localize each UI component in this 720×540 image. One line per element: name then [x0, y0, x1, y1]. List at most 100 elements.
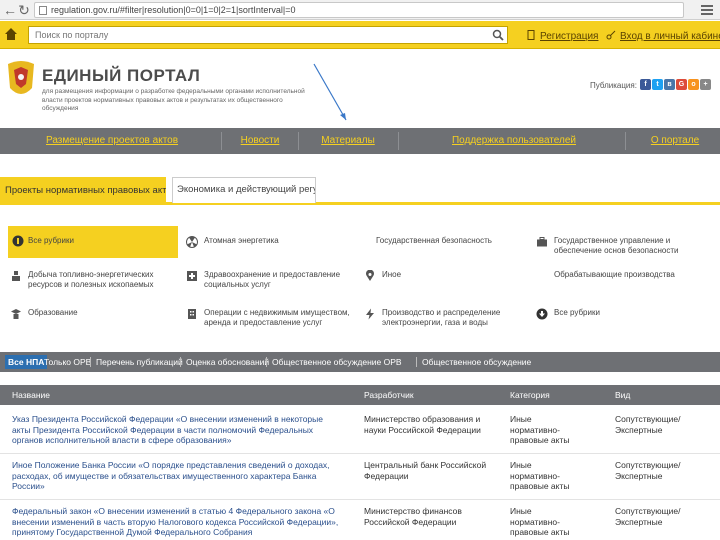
tab-strip: Проекты нормативных правовых актов Эконо…: [0, 175, 720, 205]
category-atom[interactable]: Атомная энергетика: [186, 234, 356, 264]
nav-divider: [221, 132, 222, 150]
category-gov-admin[interactable]: Государственное управление и обеспечение…: [536, 234, 716, 264]
filter-item[interactable]: Перечень публикаций: [96, 352, 183, 372]
nav-item-news[interactable]: Новости: [232, 128, 288, 154]
filter-divider: [180, 357, 181, 367]
column-header-category[interactable]: Категория: [510, 385, 550, 405]
row-category: Иные нормативно-правовые акты: [510, 414, 570, 445]
row-category: Иные нормативно-правовые акты: [510, 506, 570, 537]
category-security[interactable]: Государственная безопасность: [364, 234, 534, 264]
facebook-icon[interactable]: f: [640, 79, 651, 90]
filter-divider: [266, 357, 267, 367]
more-share-icon[interactable]: +: [700, 79, 711, 90]
category-label: Производство и распределение электроэнер…: [382, 308, 501, 327]
category-label: Все рубрики: [554, 308, 600, 317]
row-title[interactable]: Федеральный закон «О внесении изменений …: [12, 506, 342, 538]
row-type: Сопутствующие/ Экспертные: [615, 460, 681, 481]
nav-divider: [625, 132, 626, 150]
google-icon[interactable]: G: [676, 79, 687, 90]
odnoklassniki-icon[interactable]: o: [688, 79, 699, 90]
category-label: Добыча топливно-энергетических ресурсов …: [28, 270, 154, 289]
category-label: Иное: [382, 270, 402, 279]
search-icon[interactable]: [492, 29, 504, 41]
table-row[interactable]: Указ Президента Российской Федерации «О …: [0, 414, 720, 454]
column-header-title[interactable]: Название: [12, 385, 50, 405]
address-bar[interactable]: regulation.gov.ru/#filter|resolution|0=0…: [34, 2, 684, 18]
register-label: Регистрация: [540, 31, 599, 42]
filter-bar: Все НПА Только ОРВ Перечень публикаций О…: [0, 352, 720, 372]
category-all[interactable]: Все рубрики: [8, 226, 178, 258]
reload-icon[interactable]: ↻: [16, 2, 32, 18]
page-icon: [39, 6, 47, 15]
category-energy[interactable]: Производство и распределение электроэнер…: [364, 306, 534, 336]
map-pin-icon: [366, 270, 374, 281]
category-label: Государственное управление и обеспечение…: [554, 236, 679, 255]
category-label: Операции с недвижимым имуществом, аренда…: [204, 308, 350, 327]
category-oil[interactable]: Добыча топливно-энергетических ресурсов …: [10, 268, 180, 298]
table-row[interactable]: Федеральный закон «О внесении изменений …: [0, 506, 720, 540]
category-other[interactable]: Иное: [364, 268, 534, 298]
row-type: Сопутствующие/ Экспертные: [615, 506, 681, 527]
row-developer: Центральный банк Российской Федерации: [364, 460, 487, 481]
home-icon[interactable]: [4, 27, 18, 41]
nav-item-about[interactable]: О портале: [642, 128, 708, 154]
column-header-developer[interactable]: Разработчик: [364, 385, 414, 405]
filter-divider: [416, 357, 417, 367]
medical-icon: [187, 271, 197, 281]
search-input[interactable]: [28, 26, 508, 44]
row-title[interactable]: Указ Президента Российской Федерации «О …: [12, 414, 342, 446]
table-row[interactable]: Иное Положение Банка России «О порядке п…: [0, 460, 720, 500]
lightning-icon: [366, 308, 374, 320]
category-label: Здравоохранение и предоставление социаль…: [204, 270, 341, 289]
nav-item-materials[interactable]: Материалы: [312, 128, 384, 154]
briefcase-icon: [537, 237, 547, 247]
document-icon: [527, 30, 535, 40]
portal-subtitle: для размещения информации о разработке ф…: [42, 88, 305, 112]
login-label: Вход в личный кабинет: [620, 31, 720, 42]
filter-all-acts[interactable]: Все НПА: [5, 355, 48, 369]
table-header: Название Разработчик Категория Вид: [0, 385, 720, 405]
url-text: regulation.gov.ru/#filter|resolution|0=0…: [51, 5, 296, 15]
login-link[interactable]: Вход в личный кабинет: [606, 30, 720, 42]
list-icon: [12, 235, 24, 247]
register-link[interactable]: Регистрация: [526, 30, 598, 42]
category-label: Образование: [28, 308, 78, 317]
browser-toolbar: ← ↻ regulation.gov.ru/#filter|resolution…: [0, 0, 720, 20]
vk-icon[interactable]: в: [664, 79, 675, 90]
filter-item[interactable]: Общественное обсуждение: [422, 352, 531, 372]
category-label: Обрабатывающие производства: [554, 270, 675, 279]
column-header-type[interactable]: Вид: [615, 385, 630, 405]
filter-item[interactable]: Только ОРВ: [44, 352, 91, 372]
building-icon: [188, 309, 196, 319]
nav-item-projects[interactable]: Размещение проектов актов: [46, 128, 178, 154]
category-health[interactable]: Здравоохранение и предоставление социаль…: [186, 268, 356, 298]
nav-divider: [298, 132, 299, 150]
coat-of-arms-logo[interactable]: [4, 58, 38, 102]
row-developer: Министерство образования и науки Российс…: [364, 414, 481, 435]
tab-regulation[interactable]: Экономика и действующий регулирование: [172, 177, 316, 203]
row-category: Иные нормативно-правовые акты: [510, 460, 570, 491]
category-all-rubrics[interactable]: Все рубрики: [536, 306, 716, 336]
filter-item[interactable]: Общественное обсуждение ОРВ: [272, 352, 402, 372]
browser-menu-icon[interactable]: [700, 3, 714, 17]
filter-divider: [90, 357, 91, 367]
share-label: Публикация:: [590, 81, 637, 90]
tab-draft-acts[interactable]: Проекты нормативных правовых актов: [0, 177, 166, 205]
portal-title[interactable]: ЕДИНЫЙ ПОРТАЛ: [42, 66, 200, 86]
twitter-icon[interactable]: t: [652, 79, 663, 90]
category-real-estate[interactable]: Операции с недвижимым имуществом, аренда…: [186, 306, 356, 336]
annotation-arrow-icon: [313, 63, 347, 121]
graduate-icon: [11, 309, 21, 319]
nav-item-support[interactable]: Поддержка пользователей: [440, 128, 588, 154]
nav-divider: [398, 132, 399, 150]
key-icon: [606, 30, 616, 40]
row-title[interactable]: Иное Положение Банка России «О порядке п…: [12, 460, 342, 492]
row-developer: Министерство финансов Российской Федерац…: [364, 506, 462, 527]
category-label: Атомная энергетика: [204, 236, 279, 245]
category-manufacturing[interactable]: Обрабатывающие производства: [536, 268, 716, 298]
filter-item[interactable]: Оценка обоснований: [186, 352, 269, 372]
category-label: Государственная безопасность: [376, 236, 492, 245]
radiation-icon: [186, 236, 198, 248]
category-education[interactable]: Образование: [10, 306, 180, 336]
category-label: Все рубрики: [28, 236, 74, 245]
